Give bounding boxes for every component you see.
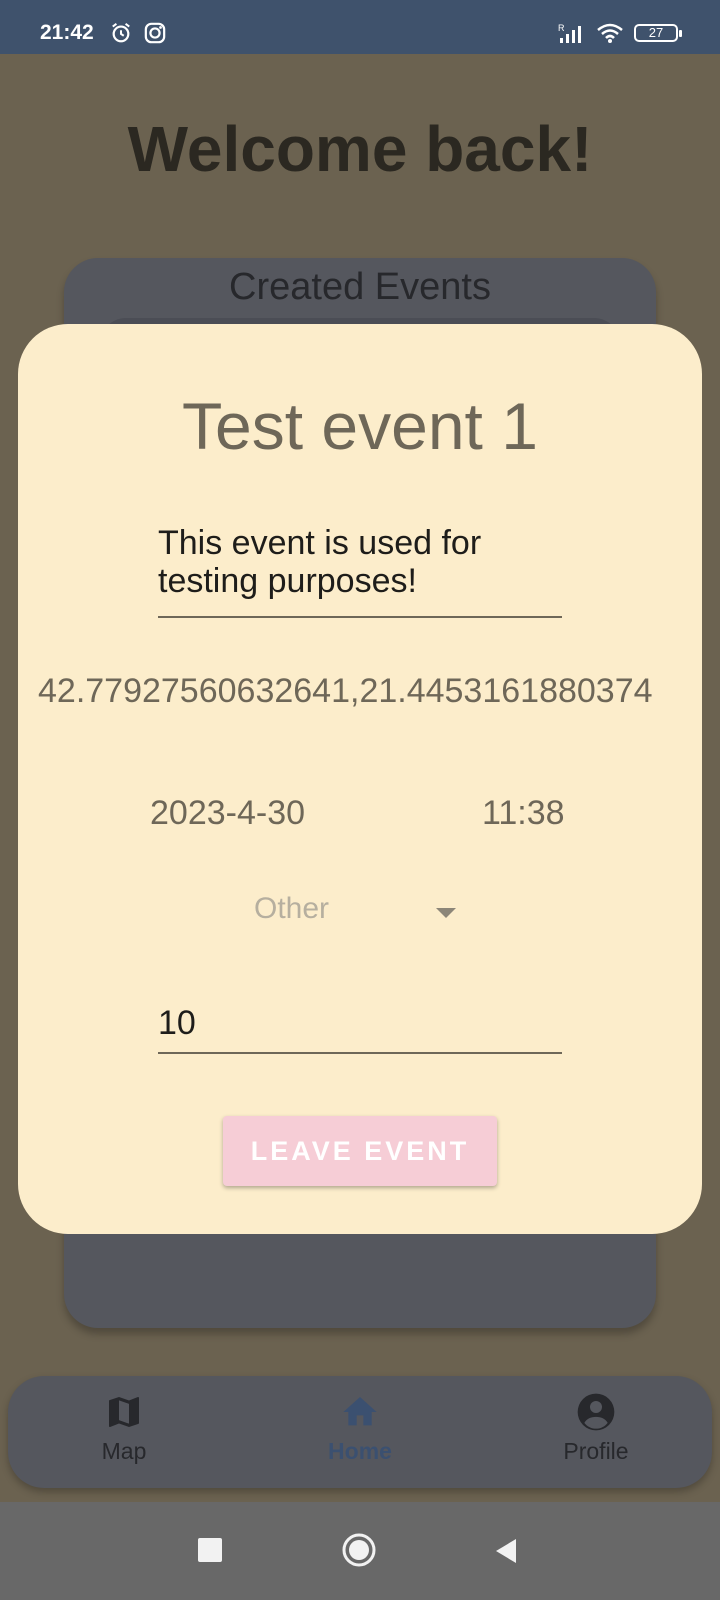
instagram-icon (144, 22, 166, 44)
system-navigation-bar (0, 1502, 720, 1600)
created-events-title: Created Events (229, 266, 491, 308)
category-dropdown[interactable]: Other (254, 884, 474, 934)
status-time: 21:42 (40, 21, 94, 44)
battery-icon: 27 (634, 24, 682, 42)
home-icon (343, 1397, 377, 1426)
nav-item-home[interactable]: Home (280, 1392, 440, 1465)
participants-field[interactable]: 10 (158, 1004, 562, 1054)
nav-item-map[interactable]: Map (44, 1392, 204, 1465)
account-circle-icon (577, 1393, 615, 1431)
category-value: Other (254, 892, 330, 925)
wifi-icon (597, 23, 623, 43)
alarm-icon (112, 23, 130, 43)
coordinates-text: 42.77927560632641,21.4453161880374 (38, 672, 653, 710)
description-field[interactable]: This event is used for testing purposes! (158, 524, 562, 618)
nav-label-profile: Profile (563, 1438, 629, 1464)
welcome-heading: Welcome back! (127, 113, 593, 185)
recents-icon[interactable] (198, 1538, 222, 1562)
svg-text:R: R (558, 23, 565, 33)
home-circle-icon[interactable] (341, 1532, 377, 1568)
dropdown-arrow-icon (436, 908, 456, 918)
map-icon (109, 1397, 139, 1427)
status-bar: 21:42 R 27 (0, 0, 720, 54)
bottom-navigation: Map Home Profile (8, 1376, 712, 1488)
nav-label-home: Home (328, 1438, 392, 1464)
time-value[interactable]: 11:38 (482, 794, 565, 833)
event-title: Test event 1 (182, 389, 538, 463)
back-icon[interactable] (494, 1538, 518, 1564)
nav-label-map: Map (101, 1438, 147, 1464)
signal-icon: R (558, 23, 581, 43)
nav-item-profile[interactable]: Profile (516, 1392, 676, 1465)
event-dialog: Test event 1 This event is used for test… (18, 324, 702, 1234)
leave-event-button[interactable]: LEAVE EVENT (223, 1116, 497, 1186)
date-value[interactable]: 2023-4-30 (150, 794, 305, 833)
